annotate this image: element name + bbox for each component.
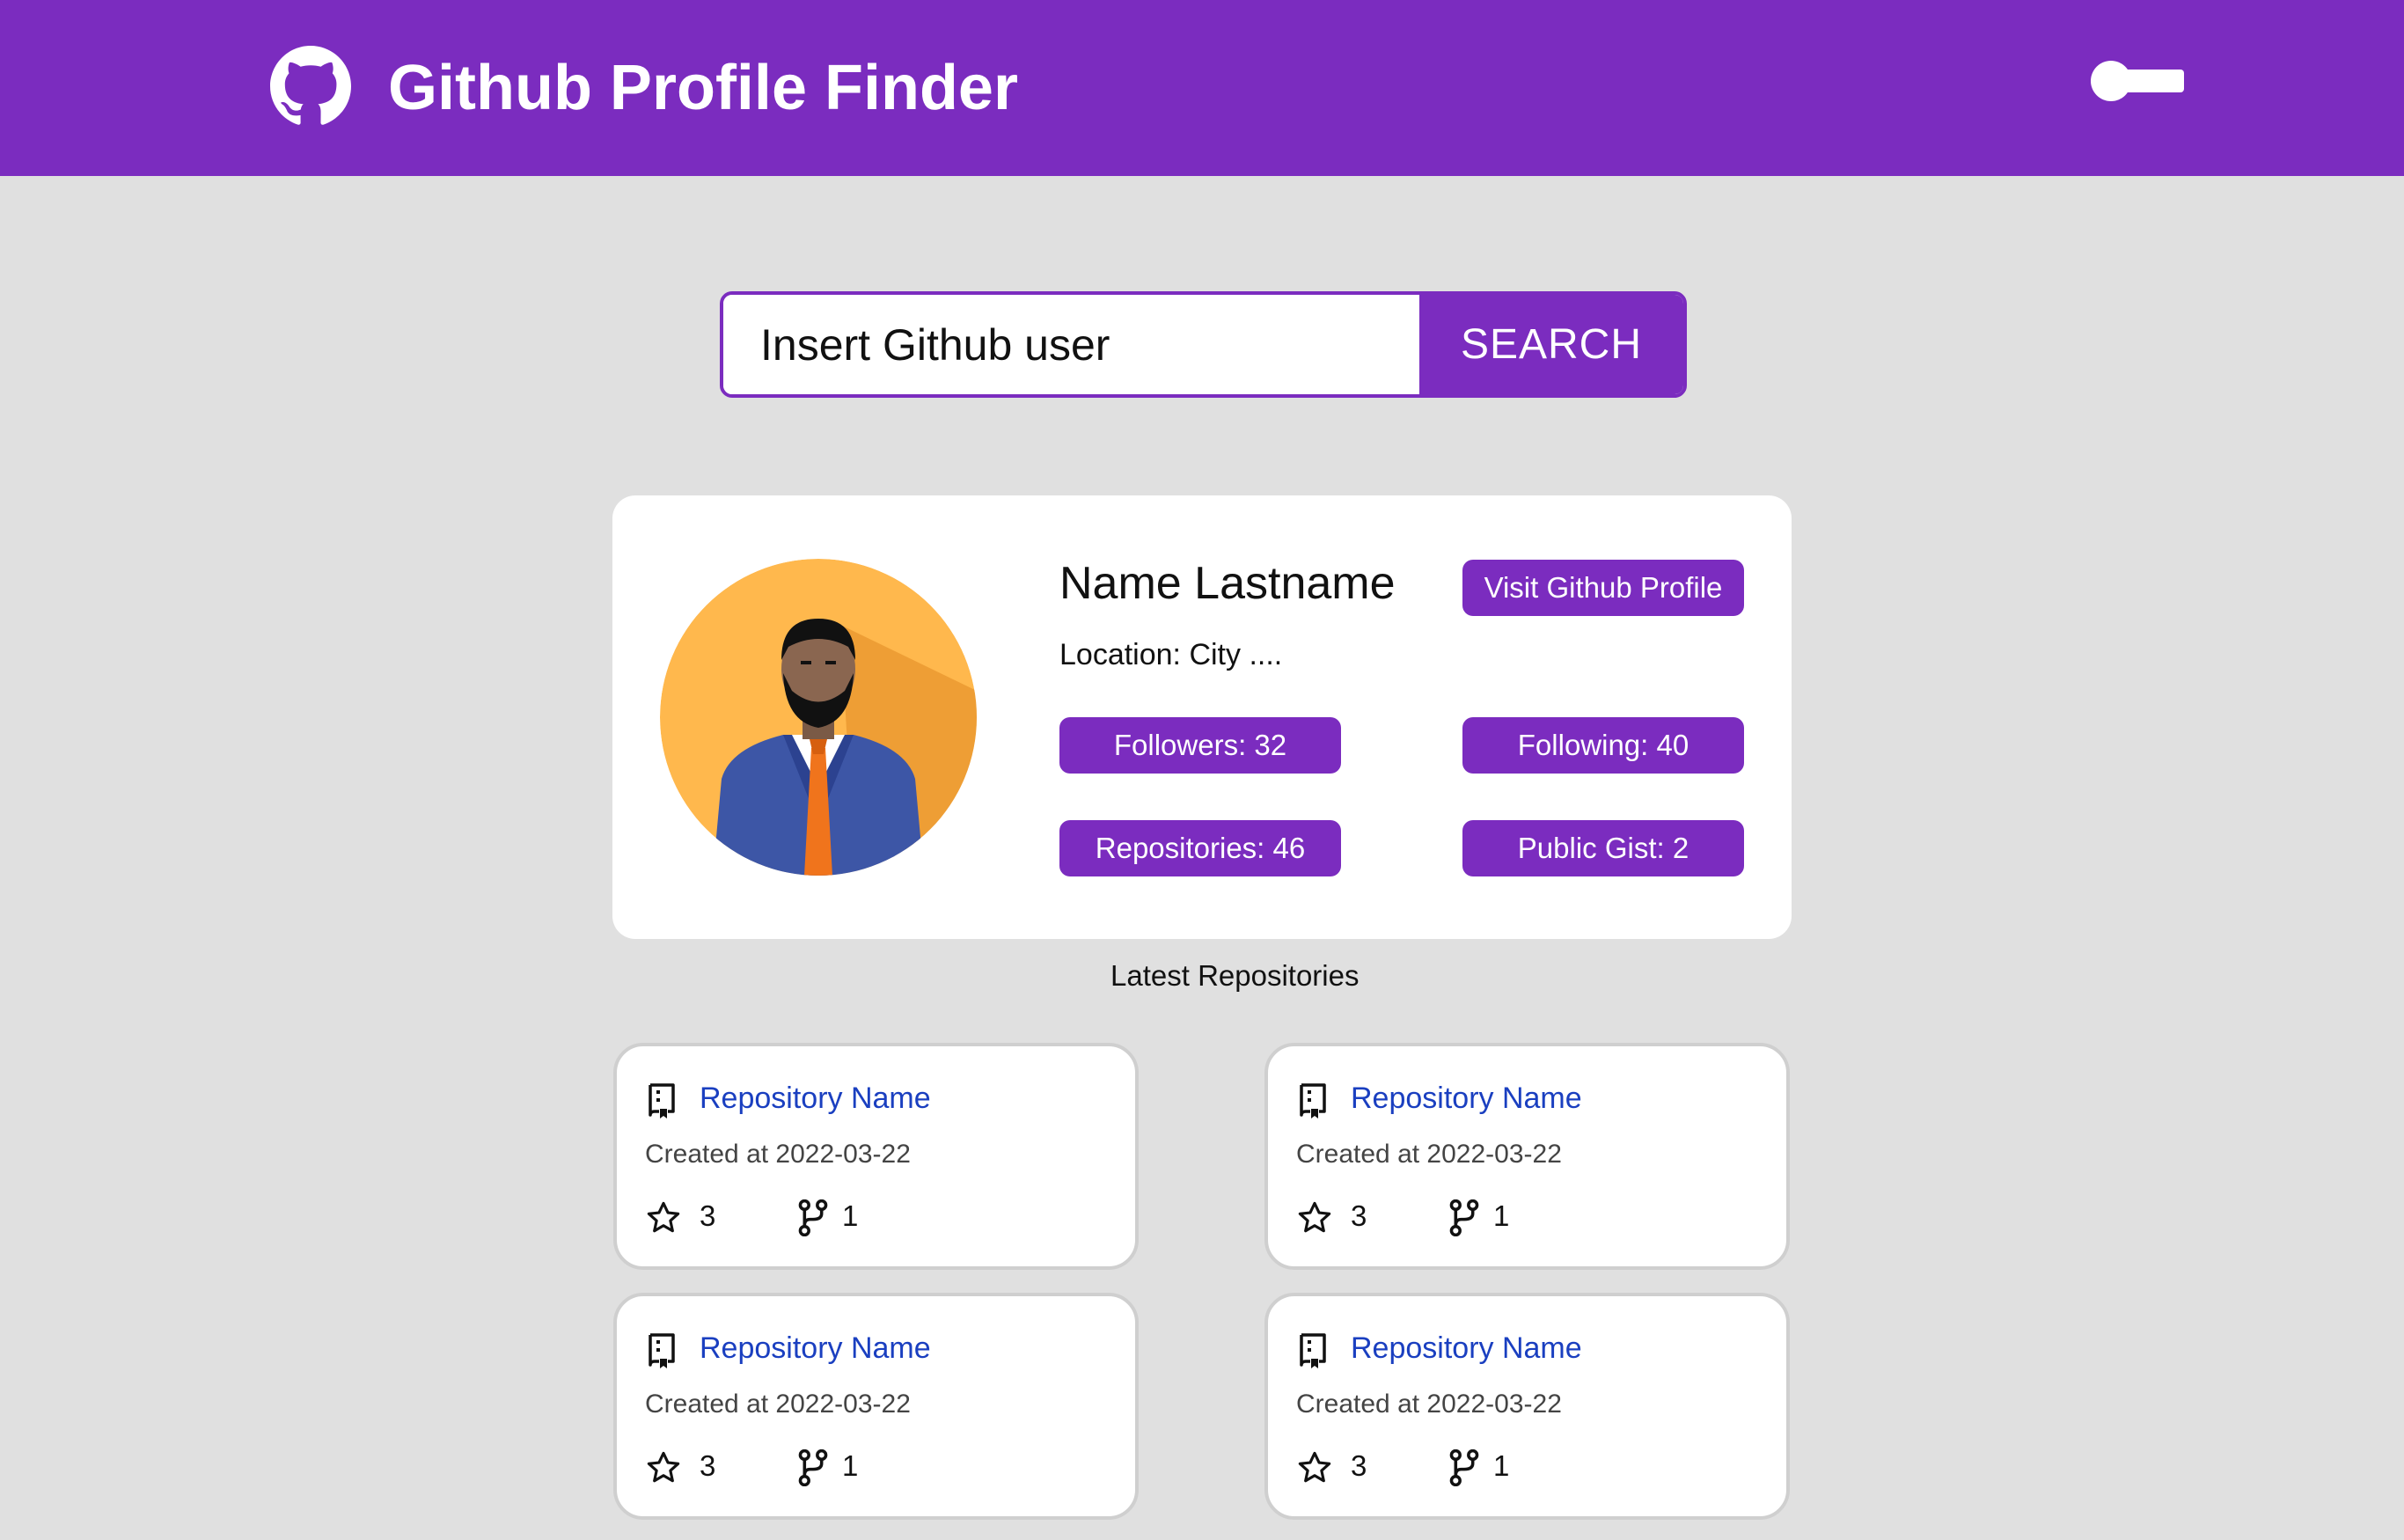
repo-icon bbox=[649, 1333, 675, 1368]
profile-card: Name Lastname Location: City .... Visit … bbox=[612, 495, 1792, 939]
repo-card[interactable]: Repository Name Created at 2022-03-22 3 … bbox=[1264, 1293, 1790, 1520]
repo-name-link[interactable]: Repository Name bbox=[700, 1082, 931, 1116]
repo-created-date: Created at 2022-03-22 bbox=[1296, 1390, 1562, 1419]
fork-count: 1 bbox=[842, 1449, 859, 1482]
repo-created-date: Created at 2022-03-22 bbox=[645, 1140, 911, 1169]
fork-icon bbox=[1449, 1449, 1479, 1486]
profile-name: Name Lastname bbox=[1059, 558, 1396, 609]
repo-icon bbox=[649, 1083, 675, 1118]
repo-card[interactable]: Repository Name Created at 2022-03-22 3 … bbox=[613, 1043, 1139, 1270]
toggle-knob bbox=[2091, 61, 2131, 101]
fork-count: 1 bbox=[1493, 1199, 1510, 1232]
latest-repositories-heading: Latest Repositories bbox=[1110, 959, 1360, 992]
repo-icon bbox=[1300, 1083, 1326, 1118]
star-count: 3 bbox=[700, 1449, 716, 1482]
repo-icon bbox=[1300, 1333, 1326, 1368]
search-bar: SEARCH bbox=[720, 291, 1687, 398]
repo-created-date: Created at 2022-03-22 bbox=[1296, 1140, 1562, 1169]
followers-badge: Followers: 32 bbox=[1059, 717, 1341, 774]
visit-github-profile-button[interactable]: Visit Github Profile bbox=[1462, 560, 1744, 616]
repo-created-date: Created at 2022-03-22 bbox=[645, 1390, 911, 1419]
location-row: Location: City .... bbox=[1059, 638, 1282, 672]
fork-count: 1 bbox=[842, 1199, 859, 1232]
star-count: 3 bbox=[1351, 1449, 1367, 1482]
avatar bbox=[660, 559, 977, 876]
star-icon bbox=[647, 1451, 680, 1483]
github-logo-icon bbox=[270, 46, 351, 125]
location-label: Location: bbox=[1059, 638, 1181, 671]
star-count: 3 bbox=[1351, 1199, 1367, 1232]
search-input[interactable] bbox=[723, 295, 1419, 394]
repositories-badge: Repositories: 46 bbox=[1059, 820, 1341, 876]
star-count: 3 bbox=[700, 1199, 716, 1232]
fork-icon bbox=[1449, 1199, 1479, 1236]
star-icon bbox=[1298, 1201, 1331, 1233]
repo-name-link[interactable]: Repository Name bbox=[1351, 1331, 1582, 1366]
app-title: Github Profile Finder bbox=[388, 53, 1018, 123]
search-button[interactable]: SEARCH bbox=[1419, 295, 1683, 394]
repo-card[interactable]: Repository Name Created at 2022-03-22 3 … bbox=[613, 1293, 1139, 1520]
star-icon bbox=[647, 1201, 680, 1233]
fork-count: 1 bbox=[1493, 1449, 1510, 1482]
following-badge: Following: 40 bbox=[1462, 717, 1744, 774]
public-gist-badge: Public Gist: 2 bbox=[1462, 820, 1744, 876]
repo-card[interactable]: Repository Name Created at 2022-03-22 3 … bbox=[1264, 1043, 1790, 1270]
app-header: Github Profile Finder bbox=[0, 0, 2404, 176]
repo-name-link[interactable]: Repository Name bbox=[700, 1331, 931, 1366]
fork-icon bbox=[798, 1199, 828, 1236]
star-icon bbox=[1298, 1451, 1331, 1483]
fork-icon bbox=[798, 1449, 828, 1486]
location-value: City .... bbox=[1189, 638, 1283, 671]
theme-toggle[interactable] bbox=[2091, 58, 2184, 104]
repo-name-link[interactable]: Repository Name bbox=[1351, 1082, 1582, 1116]
